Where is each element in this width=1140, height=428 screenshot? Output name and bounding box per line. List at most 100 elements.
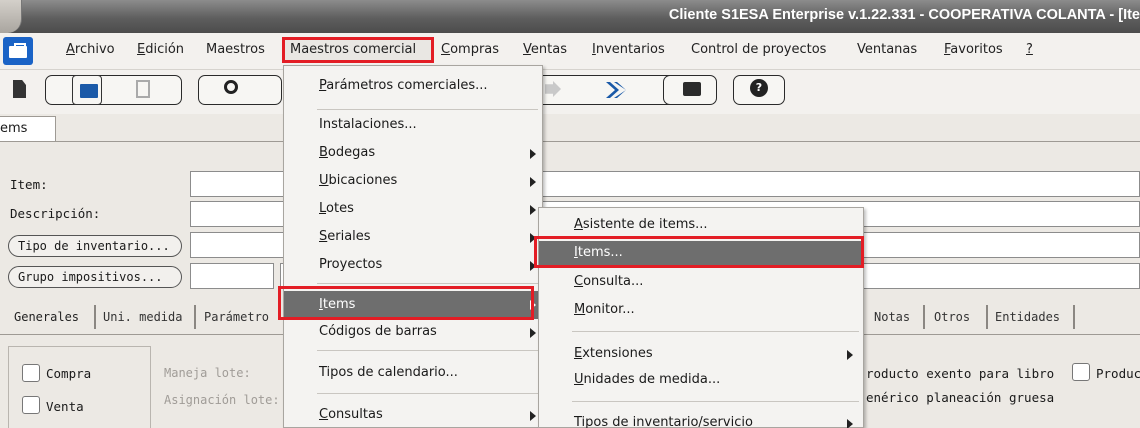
tab-separator xyxy=(923,305,925,329)
menu-item-label: Proyectos xyxy=(319,257,383,272)
submenu-arrow-icon xyxy=(847,419,853,428)
menu-item-label: Bodegas xyxy=(319,145,376,160)
menu-item-label: Consultas xyxy=(319,407,383,422)
menu-ventas[interactable]: Ventas xyxy=(523,42,567,57)
menu-item-proyectos[interactable]: Proyectos xyxy=(284,253,542,279)
tab-separator xyxy=(94,305,96,329)
tab-items[interactable]: ems xyxy=(0,116,56,142)
menu-item-bodegas[interactable]: Bodegas xyxy=(284,141,542,167)
menu-item-label: Consulta... xyxy=(574,274,644,289)
menu-edicion[interactable]: Edición xyxy=(137,42,184,57)
menu-compras[interactable]: Compras xyxy=(441,42,499,57)
menu-item-label: Asistente de items... xyxy=(574,217,708,232)
menu-item-tipos-inventario[interactable]: Tipos de inventario/servicio xyxy=(539,411,863,428)
menu-item-extensiones[interactable]: Extensiones xyxy=(539,342,863,368)
menu-separator xyxy=(317,393,538,394)
tab-generales[interactable]: Generales xyxy=(14,310,79,324)
menu-item-codigos-barras[interactable]: Códigos de barras xyxy=(284,320,542,346)
items-dialog-highlight xyxy=(534,236,864,268)
tab-separator xyxy=(1073,305,1075,329)
menu-item-unidades-medida[interactable]: Unidades de medida... xyxy=(539,368,863,394)
file-button-group xyxy=(45,75,182,105)
tab-separator xyxy=(986,305,988,329)
toolbox-icon[interactable] xyxy=(3,37,33,65)
menu-item-label: Parámetros comerciales... xyxy=(319,78,488,93)
search-icon[interactable] xyxy=(215,75,245,105)
menu-item-tipos-calendario[interactable]: Tipos de calendario... xyxy=(284,361,542,387)
group-border xyxy=(8,346,9,428)
menu-archivo[interactable]: Archivo xyxy=(66,42,115,57)
grupo-impositivos-button[interactable]: Grupo impositivos... xyxy=(8,266,182,288)
menu-item-label: Seriales xyxy=(319,229,371,244)
menu-inventarios[interactable]: Inventarios xyxy=(592,42,665,57)
group-border-top xyxy=(8,346,150,347)
menu-item-lotes[interactable]: Lotes xyxy=(284,197,542,223)
menu-maestros-comercial[interactable]: Maestros comercial xyxy=(290,42,416,57)
menu-item-label: Ubicaciones xyxy=(319,173,398,188)
open-folder-icon[interactable] xyxy=(72,75,102,105)
menu-item-consulta[interactable]: Consulta... xyxy=(539,270,863,296)
grupo-impositivos-code-field[interactable] xyxy=(190,263,274,289)
maneja-lote-label: Maneja lote: xyxy=(164,366,251,380)
menu-item-label: Tipos de calendario... xyxy=(319,365,458,380)
window-corner xyxy=(0,0,22,33)
tab-uni-medida[interactable]: Uni. medida xyxy=(103,310,182,324)
copy-icon[interactable] xyxy=(128,75,158,105)
menu-separator xyxy=(572,401,859,402)
submenu-arrow-icon xyxy=(530,328,536,338)
asignacion-lote-label: Asignación lote: xyxy=(164,393,280,407)
print-icon[interactable] xyxy=(676,75,706,105)
maestros-comercial-menu: Parámetros comerciales... Instalaciones.… xyxy=(283,65,543,428)
menu-favoritos[interactable]: Favoritos xyxy=(944,42,1003,57)
group-border xyxy=(150,346,151,428)
venta-checkbox[interactable] xyxy=(22,396,40,414)
submenu-arrow-icon xyxy=(530,205,536,215)
menu-item-label: Monitor... xyxy=(574,302,635,317)
menu-item-instalaciones[interactable]: Instalaciones... xyxy=(284,113,542,139)
compra-checkbox[interactable] xyxy=(22,364,40,382)
menu-item-ubicaciones[interactable]: Ubicaciones xyxy=(284,169,542,195)
menu-item-seriales[interactable]: Seriales xyxy=(284,225,542,251)
producto-label: Produc xyxy=(1096,366,1140,381)
items-menu-highlight xyxy=(278,286,534,320)
menu-item-label: Lotes xyxy=(319,201,354,216)
description-label: Descripción: xyxy=(10,206,101,221)
menu-item-label: Tipos de inventario/servicio xyxy=(574,415,753,428)
submenu-arrow-icon xyxy=(530,177,536,187)
tab-otros[interactable]: Otros xyxy=(934,310,970,324)
menu-item-label: Códigos de barras xyxy=(319,324,437,339)
producto-checkbox[interactable] xyxy=(1072,363,1090,381)
new-document-icon[interactable] xyxy=(4,75,34,105)
compra-label: Compra xyxy=(46,366,92,381)
menu-item-label: Unidades de medida... xyxy=(574,372,721,387)
last-icon[interactable] xyxy=(600,75,630,105)
tipo-inventario-button[interactable]: Tipo de inventario... xyxy=(8,235,182,257)
menu-separator xyxy=(317,283,538,284)
tab-notas[interactable]: Notas xyxy=(874,310,910,324)
help-icon[interactable]: ? xyxy=(743,75,773,105)
menu-separator xyxy=(572,331,859,332)
menu-maestros[interactable]: Maestros xyxy=(206,42,265,57)
menu-item-label: Extensiones xyxy=(574,346,653,361)
tab-parametros[interactable]: Parámetro xyxy=(204,310,269,324)
menu-bar: Archivo Edición Maestros Maestros comerc… xyxy=(0,33,1140,70)
menu-help[interactable]: ? xyxy=(1026,42,1033,57)
producto-exento-label: roducto exento para libro xyxy=(866,366,1055,381)
menu-item-consultas[interactable]: Consultas xyxy=(284,403,542,428)
toolbar: ? xyxy=(0,70,1140,114)
submenu-arrow-icon xyxy=(530,149,536,159)
submenu-arrow-icon xyxy=(847,350,853,360)
menu-item-label: Instalaciones... xyxy=(319,117,417,132)
title-bar: Cliente S1ESA Enterprise v.1.22.331 - CO… xyxy=(0,0,1140,33)
item-label: Item: xyxy=(10,177,48,192)
window-title: Cliente S1ESA Enterprise v.1.22.331 - CO… xyxy=(668,7,1140,23)
menu-item-parametros-comerciales[interactable]: Parámetros comerciales... xyxy=(284,74,542,100)
menu-control-proyectos[interactable]: Control de proyectos xyxy=(691,42,826,57)
tab-separator xyxy=(194,305,196,329)
venta-label: Venta xyxy=(46,399,84,414)
menu-item-monitor[interactable]: Monitor... xyxy=(539,298,863,324)
menu-ventanas[interactable]: Ventanas xyxy=(857,42,917,57)
menu-separator xyxy=(317,109,538,110)
tab-entidades[interactable]: Entidades xyxy=(995,310,1060,324)
menu-separator xyxy=(317,350,538,351)
